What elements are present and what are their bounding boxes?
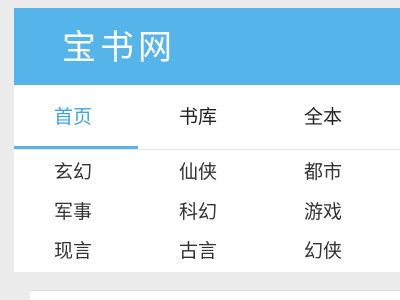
category-guyan[interactable]: 古言 [179, 239, 217, 263]
category-junshi[interactable]: 军事 [54, 200, 92, 224]
site-logo[interactable]: 宝书网 [62, 28, 176, 68]
category-kehuan[interactable]: 科幻 [179, 200, 217, 224]
category-xianxia[interactable]: 仙侠 [179, 160, 217, 184]
page: 宝书网 首页 书库 全本 玄幻 仙侠 都市 军事 科幻 游戏 现言 古言 幻侠 [0, 0, 400, 300]
category-xuanhuan[interactable]: 玄幻 [54, 160, 92, 184]
site-header: 宝书网 [14, 8, 400, 85]
category-grid: 玄幻 仙侠 都市 军事 科幻 游戏 现言 古言 幻侠 [14, 150, 400, 272]
tab-home[interactable]: 首页 [54, 105, 92, 129]
category-huanxia[interactable]: 幻侠 [304, 239, 342, 263]
category-xianyan[interactable]: 现言 [54, 239, 92, 263]
category-dushi[interactable]: 都市 [304, 160, 342, 184]
tab-library[interactable]: 书库 [179, 105, 217, 129]
category-youxi[interactable]: 游戏 [304, 200, 342, 224]
main-nav: 首页 书库 全本 [14, 85, 400, 150]
content-panel [30, 290, 400, 300]
tab-complete[interactable]: 全本 [304, 105, 342, 129]
